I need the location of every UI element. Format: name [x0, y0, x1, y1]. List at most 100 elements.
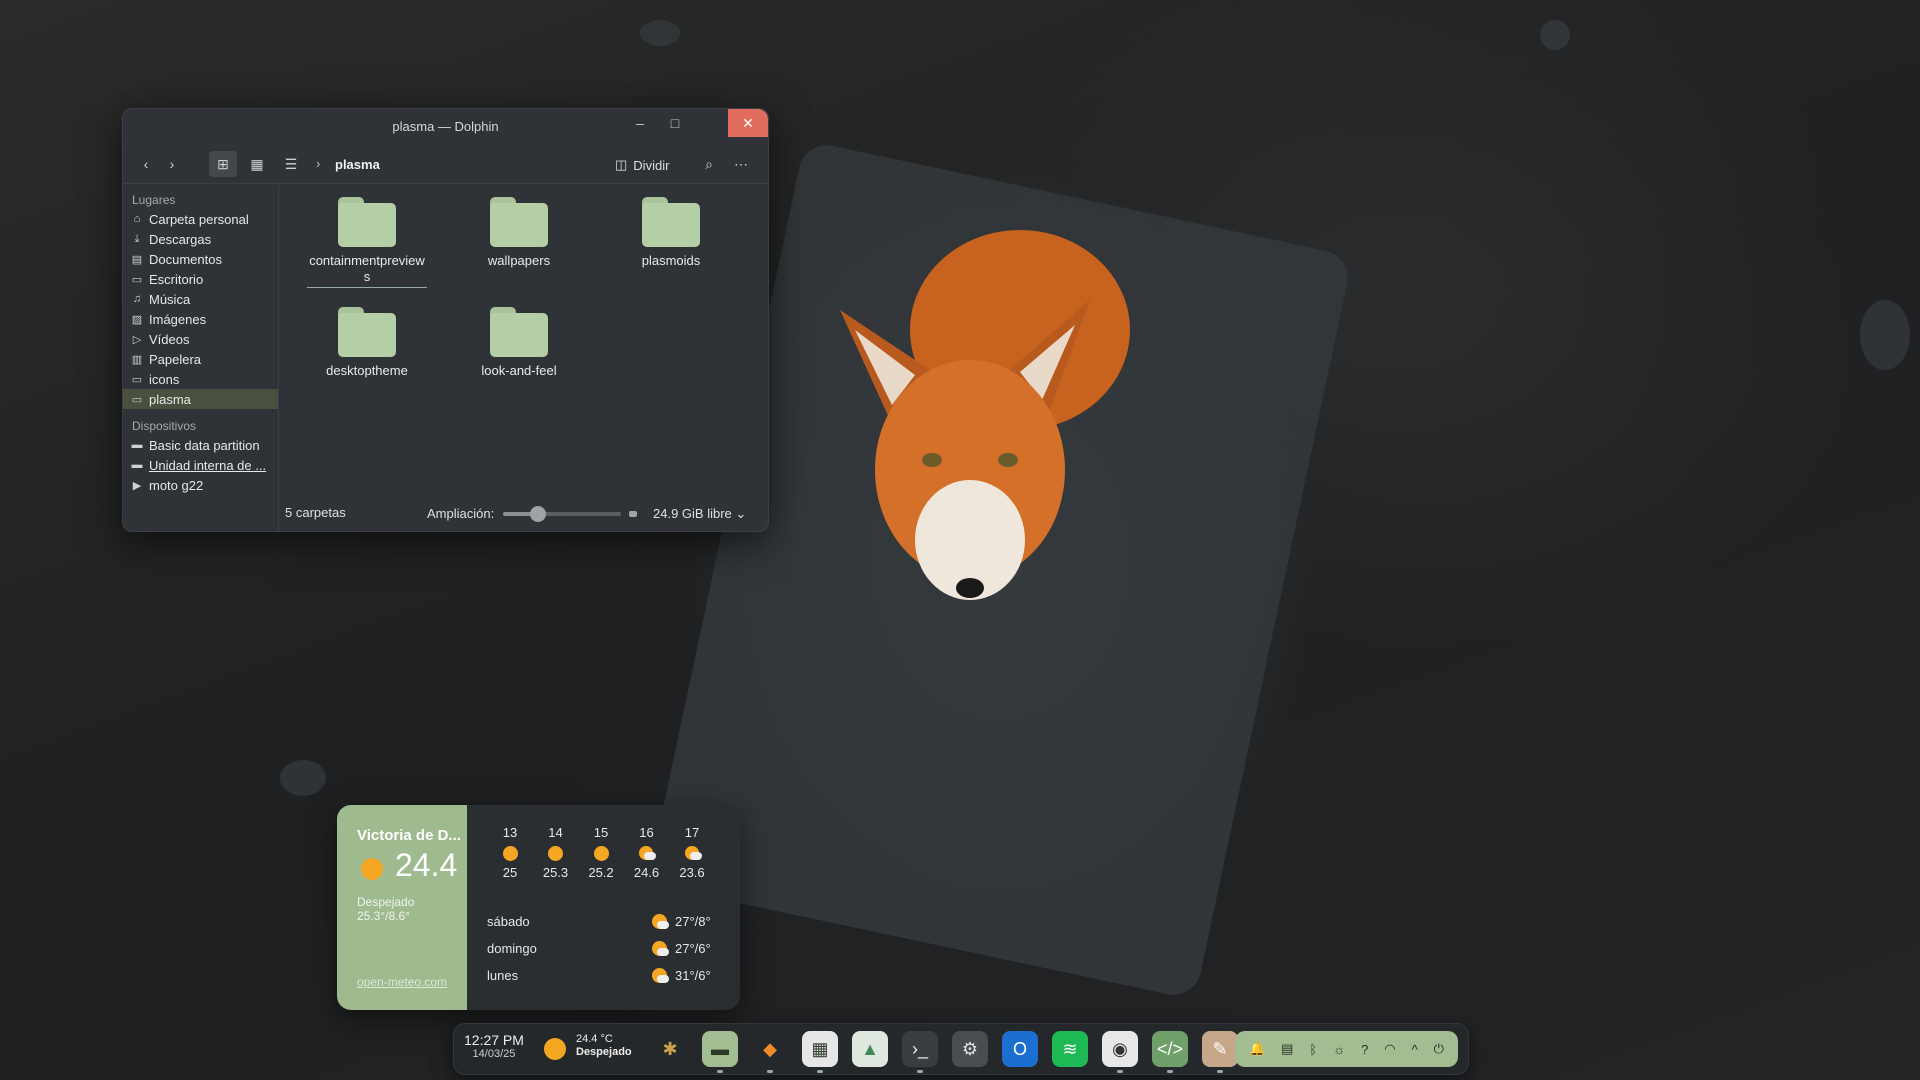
brightness-icon[interactable]: ☼ — [1333, 1042, 1345, 1057]
settings-icon[interactable]: ⚙ — [952, 1031, 988, 1067]
folder-icon: ▭ — [131, 393, 143, 406]
sidebar-item[interactable]: ▨ Imágenes — [123, 309, 278, 329]
dolphin-icon[interactable]: ▬ — [702, 1031, 738, 1073]
folder-item[interactable]: desktoptheme — [307, 307, 427, 379]
statusbar: 5 carpetas Ampliación: 24.9 GiB libre ⌄ — [279, 495, 768, 531]
clipboard-icon[interactable]: ▤ — [1281, 1041, 1293, 1057]
sidebar-item-label: Basic data partition — [149, 437, 260, 453]
store-icon[interactable]: ▦ — [802, 1031, 838, 1073]
folder-label: plasmoids — [641, 253, 701, 268]
forward-icon[interactable]: › — [161, 151, 183, 177]
expand-tray-icon[interactable]: ^ — [1412, 1042, 1418, 1057]
dolphin-window: plasma — Dolphin – □ ✕ ‹ › ⊞ ▦ ☰ › plasm… — [122, 108, 769, 532]
sun-icon — [548, 846, 563, 861]
image-viewer-icon[interactable]: ▲ — [852, 1031, 888, 1067]
sidebar-item[interactable]: ▭ icons — [123, 369, 278, 389]
folder-item[interactable]: plasmoids — [611, 197, 731, 269]
weather-range: 25.3°/8.6° — [357, 909, 410, 923]
partly-cloudy-icon — [652, 914, 669, 930]
sidebar-item[interactable]: ▥ Papelera — [123, 349, 278, 369]
outlook-icon[interactable]: O — [1002, 1031, 1038, 1067]
bluetooth-icon[interactable]: ᛒ — [1309, 1042, 1317, 1057]
split-button[interactable]: ◫ Dividir — [615, 157, 669, 173]
split-view-icon: ◫ — [615, 157, 628, 172]
sidebar-item[interactable]: ▭ plasma — [123, 389, 278, 409]
icon-view-icon[interactable]: ⊞ — [209, 151, 237, 177]
folder-icon — [338, 197, 396, 247]
daily-forecast: lunes 31°/6° — [487, 966, 722, 986]
power-icon[interactable]: ⏻ — [1434, 1041, 1444, 1057]
kde-menu-icon[interactable]: ✱ — [652, 1031, 688, 1067]
back-icon[interactable]: ‹ — [135, 151, 157, 177]
code-editor-icon[interactable]: </> — [1152, 1031, 1188, 1073]
free-space-text: 24.9 GiB libre — [653, 506, 732, 521]
hourly-hour: 15 — [593, 825, 609, 840]
sidebar-item-label: Unidad interna de ... — [149, 457, 267, 473]
clock[interactable]: 12:27 PM 14/03/25 — [464, 1033, 524, 1061]
folder-view: containmentpreviews wallpapers plasmoids de… — [279, 185, 768, 495]
taskbar-weather-cond: Despejado — [576, 1046, 632, 1058]
zoom-label: Ampliación: — [427, 506, 495, 521]
daily-forecast: sábado 27°/8° — [487, 912, 722, 932]
phone-icon: ▶ — [132, 479, 142, 492]
taskbar-weather[interactable]: 24.4 °C Despejado — [576, 1033, 632, 1059]
sidebar-item-label: Documentos — [149, 251, 222, 267]
daily-day: lunes — [487, 968, 519, 983]
weather-city: Victoria de D... — [357, 827, 461, 844]
close-button[interactable]: ✕ — [728, 109, 768, 137]
help-icon[interactable]: ? — [1361, 1042, 1368, 1057]
compact-view-icon[interactable]: ▦ — [243, 151, 271, 177]
sidebar-item[interactable]: ▬ Unidad interna de ... — [123, 455, 278, 475]
sidebar-item[interactable]: ▶ moto g22 — [123, 475, 278, 495]
running-indicator — [717, 1070, 723, 1073]
sidebar-item[interactable]: ⤓ Descargas — [123, 229, 278, 249]
home-icon: ⌂ — [133, 213, 141, 225]
music-icon: ♫ — [132, 293, 142, 305]
item-count: 5 carpetas — [285, 505, 346, 520]
running-indicator — [767, 1070, 773, 1073]
terminal-icon[interactable]: ›_ — [902, 1031, 938, 1073]
clock-time: 12:27 PM — [464, 1032, 524, 1048]
maximize-button[interactable]: □ — [655, 109, 695, 137]
download-icon: ⤓ — [134, 232, 140, 245]
sidebar-item[interactable]: ⌂ Carpeta personal — [123, 209, 278, 229]
weather-source-link[interactable]: open-meteo.com — [357, 975, 447, 989]
folder-item[interactable]: containmentpreviews — [307, 197, 427, 288]
minimize-button[interactable]: – — [620, 109, 660, 137]
taskbar: 12:27 PM 14/03/25 24.4 °C Despejado ✱ ▬ ◆ ▦… — [453, 1023, 1469, 1075]
breadcrumb-current[interactable]: plasma — [335, 157, 380, 172]
sidebar-item[interactable]: ▤ Documentos — [123, 249, 278, 269]
video-icon: ▷ — [132, 333, 142, 346]
firefox-icon[interactable]: ◆ — [752, 1031, 788, 1073]
devices-header: Dispositivos — [132, 419, 197, 433]
folder-item[interactable]: look-and-feel — [459, 307, 579, 379]
notifications-icon[interactable]: 🔔 — [1249, 1041, 1265, 1057]
folder-item[interactable]: wallpapers — [459, 197, 579, 269]
sidebar-item[interactable]: ▬ Basic data partition — [123, 435, 278, 455]
sidebar-item[interactable]: ▭ Escritorio — [123, 269, 278, 289]
feather-app-icon[interactable]: ✎ — [1202, 1031, 1238, 1073]
more-options-icon[interactable]: ⋯ — [729, 151, 753, 177]
spotify-icon[interactable]: ≋ — [1052, 1031, 1088, 1067]
wifi-icon[interactable]: ◠ — [1384, 1041, 1395, 1057]
sun-icon — [593, 846, 609, 861]
toolbar: ‹ › ⊞ ▦ ☰ › plasma ◫ Dividir ⌕ ⋯ — [123, 143, 768, 184]
zoom-slider[interactable] — [503, 506, 621, 522]
hourly-hour: 17 — [684, 825, 700, 840]
window-titlebar[interactable]: plasma — Dolphin – □ ✕ — [123, 109, 768, 143]
hourly-forecast: 13 25 — [490, 825, 530, 880]
sidebar-item[interactable]: ♫ Música — [123, 289, 278, 309]
hourly-forecast: 15 25.2 — [581, 825, 621, 880]
weather-widget[interactable]: Victoria de D... 24.4 Despejado 25.3°/8.… — [337, 805, 740, 1010]
free-space-label[interactable]: 24.9 GiB libre ⌄ — [653, 506, 746, 522]
zoom-slider-handle[interactable] — [530, 506, 547, 522]
wallpaper-pebble — [1860, 300, 1910, 370]
details-view-icon[interactable]: ☰ — [277, 151, 305, 177]
sidebar-item[interactable]: ▷ Vídeos — [123, 329, 278, 349]
android-icon[interactable]: ◉ — [1102, 1031, 1138, 1073]
sun-icon[interactable] — [544, 1038, 566, 1060]
search-icon[interactable]: ⌕ — [697, 151, 721, 177]
folder-icon — [490, 307, 548, 357]
daily-day: domingo — [487, 941, 537, 956]
running-indicator — [817, 1070, 823, 1073]
